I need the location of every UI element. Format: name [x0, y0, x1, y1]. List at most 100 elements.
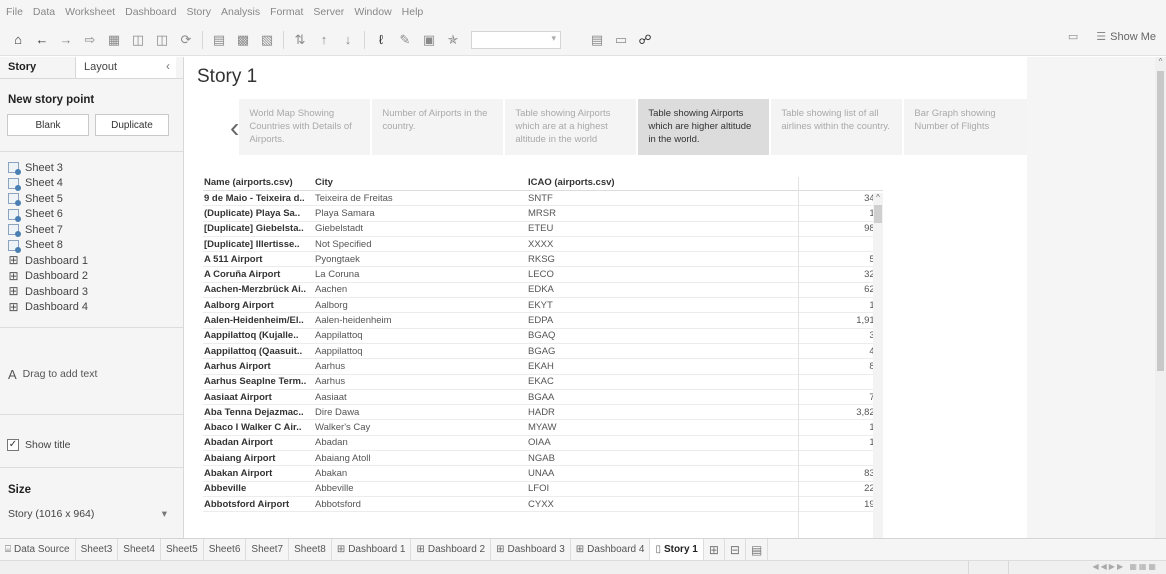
table-row[interactable]: Aachen-Merzbrück Ai.. Aachen EDKA 623 — [203, 283, 883, 299]
bottom-tab-data-source[interactable]: ⌸ Data Source — [0, 539, 76, 560]
bottom-tab-sheet4[interactable]: Sheet4 — [118, 539, 161, 560]
save-icon[interactable]: ▦ — [104, 29, 124, 51]
table-scrollbar[interactable]: ^ — [873, 193, 883, 538]
show-title-toggle[interactable]: ✓ Show title — [0, 439, 183, 451]
bottom-tab-dashboard-2[interactable]: ⊞ Dashboard 2 — [411, 539, 492, 560]
label-icon[interactable]: ▣ — [419, 29, 439, 51]
header-name[interactable]: Name (airports.csv) — [203, 177, 315, 190]
sheet-list-item[interactable]: ⊞ Dashboard 1 — [8, 253, 183, 269]
refresh-icon[interactable]: ⟳ — [176, 29, 196, 51]
menu-item-server[interactable]: Server — [313, 6, 344, 18]
sheet-list-item[interactable]: ⊞ Dashboard 2 — [8, 269, 183, 285]
table-row[interactable]: Aarhus Seaplne Term.. Aarhus EKAC 0 — [203, 375, 883, 390]
sheet-list-item[interactable]: Sheet 4 — [8, 176, 183, 192]
drag-to-add-text[interactable]: A Drag to add text — [0, 366, 183, 382]
table-row[interactable]: Aappilattoq (Qaasuit.. Aappilattoq BGAG 42 — [203, 344, 883, 360]
menu-item-story[interactable]: Story — [186, 6, 211, 18]
vertical-scrollbar[interactable]: ^ — [1155, 57, 1166, 538]
scrollbar-thumb[interactable] — [874, 205, 882, 223]
pin-panel-icon[interactable]: ▭ — [1068, 30, 1078, 43]
table-row[interactable]: [Duplicate] Illertisse.. Not Specified XXX… — [203, 237, 883, 253]
share-icon[interactable]: ☍ — [635, 29, 655, 51]
bottom-tab-dashboard-4[interactable]: ⊞ Dashboard 4 — [571, 539, 651, 560]
duplicate-icon[interactable]: ◫ — [152, 29, 172, 51]
tab-layout[interactable]: Layout ‹ — [76, 57, 176, 78]
sheet-list-item[interactable]: Sheet 6 — [8, 207, 183, 223]
forward-icon[interactable]: → — [56, 29, 76, 51]
bottom-tab-sheet7[interactable]: Sheet7 — [246, 539, 290, 560]
sort-ascending-icon[interactable]: ↑ — [314, 29, 334, 51]
duplicate-sheet-icon[interactable]: ▩ — [233, 29, 253, 51]
new-dashboard-icon[interactable]: ⊟ — [725, 539, 746, 560]
story-point-6[interactable]: Bar Graph showing Number of Flights — [904, 99, 1036, 155]
new-worksheet-icon[interactable]: ⊞ — [704, 539, 725, 560]
menu-item-data[interactable]: Data — [33, 6, 55, 18]
story-point-2[interactable]: Number of Airports in the country. — [372, 99, 504, 155]
show-cards-icon[interactable]: ▤ — [587, 29, 607, 51]
bottom-tab-sheet5[interactable]: Sheet5 — [161, 539, 204, 560]
table-row[interactable]: (Duplicate) Playa Sa.. Playa Samara MRSR 10 — [203, 206, 883, 222]
size-dropdown[interactable]: Story (1016 x 964) ▾ — [0, 508, 183, 520]
bottom-tab-dashboard-1[interactable]: ⊞ Dashboard 1 — [332, 539, 412, 560]
table-row[interactable]: Aasiaat Airport Aasiaat BGAA 74 — [203, 390, 883, 406]
bottom-tab-dashboard-3[interactable]: ⊞ Dashboard 3 — [491, 539, 571, 560]
menu-item-dashboard[interactable]: Dashboard — [125, 6, 176, 18]
sheet-list-item[interactable]: Sheet 3 — [8, 160, 183, 176]
sheet-navigation-icon[interactable]: ◀◀▶▶ ▦▦▦ — [1092, 562, 1158, 571]
menu-item-file[interactable]: File — [6, 6, 23, 18]
scroll-up-icon[interactable]: ^ — [1155, 57, 1166, 66]
previous-arrow-icon[interactable]: ‹ — [230, 99, 239, 157]
swap-icon[interactable]: ⇅ — [290, 29, 310, 51]
presentation-icon[interactable]: ▭ — [611, 29, 631, 51]
menu-item-format[interactable]: Format — [270, 6, 303, 18]
blank-button[interactable]: Blank — [7, 114, 89, 136]
new-worksheet-icon[interactable]: ▤ — [209, 29, 229, 51]
back-icon[interactable]: ← — [32, 29, 52, 51]
header-icao[interactable]: ICAO (airports.csv) — [528, 177, 798, 190]
table-row[interactable]: Aappilattoq (Kujalle.. Aappilattoq BGAQ 30 — [203, 329, 883, 344]
table-row[interactable]: Aalen-Heidenheim/El.. Aalen-heidenheim EDP… — [203, 313, 883, 329]
scroll-up-icon[interactable]: ^ — [873, 193, 883, 203]
menu-item-window[interactable]: Window — [354, 6, 391, 18]
story-point-5[interactable]: Table showing list of all airlines withi… — [771, 99, 903, 155]
redo-icon[interactable]: ⇨ — [80, 29, 100, 51]
table-row[interactable]: Aarhus Airport Aarhus EKAH 82 — [203, 359, 883, 375]
header-city[interactable]: City — [315, 177, 528, 190]
story-point-4[interactable]: Table showing Airports which are higher … — [638, 99, 770, 155]
table-row[interactable]: Abbeville Abbeville LFOI 220 — [203, 482, 883, 497]
menu-item-analysis[interactable]: Analysis — [221, 6, 260, 18]
sheet-list-item[interactable]: ⊞ Dashboard 4 — [8, 300, 183, 316]
tab-story[interactable]: Story — [0, 57, 76, 78]
menu-item-worksheet[interactable]: Worksheet — [65, 6, 115, 18]
sort-descending-icon[interactable]: ↓ — [338, 29, 358, 51]
clear-sheet-icon[interactable]: ▧ — [257, 29, 277, 51]
table-row[interactable]: [Duplicate] Giebelsta.. Giebelstadt ETEU 98… — [203, 222, 883, 237]
pin-icon[interactable]: ✯ — [443, 29, 463, 51]
highlight-icon[interactable]: ℓ — [371, 29, 391, 51]
table-row[interactable]: Abakan Airport Abakan UNAA 831 — [203, 466, 883, 482]
sheet-list-item[interactable]: Sheet 7 — [8, 222, 183, 238]
table-row[interactable]: Aba Tenna Dejazmac.. Dire Dawa HADR 3,827 — [203, 405, 883, 421]
bottom-tab-sheet8[interactable]: Sheet8 — [289, 539, 332, 560]
table-row[interactable]: Abbotsford Airport Abbotsford CYXX 195 — [203, 497, 883, 513]
bottom-tab-story-1[interactable]: ▯ Story 1 — [650, 539, 704, 560]
show-me-button[interactable]: ▭ ☰ Show Me — [1068, 30, 1156, 44]
new-datasource-icon[interactable]: ◫ — [128, 29, 148, 51]
table-row[interactable]: Abadan Airport Abadan OIAA 10 — [203, 436, 883, 452]
scrollbar-thumb[interactable] — [1157, 71, 1164, 371]
checkbox-checked-icon[interactable]: ✓ — [7, 439, 19, 451]
table-row[interactable]: 9 de Maio - Teixeira d.. Teixeira de Frei… — [203, 191, 883, 207]
story-point-1[interactable]: World Map Showing Countries with Details… — [239, 99, 371, 155]
table-row[interactable]: A Coruña Airport La Coruna LECO 326 — [203, 267, 883, 283]
table-row[interactable]: Abaiang Airport Abaiang Atoll NGAB 0 — [203, 451, 883, 467]
group-icon[interactable]: ✎ — [395, 29, 415, 51]
sheet-list-item[interactable]: Sheet 8 — [8, 238, 183, 254]
sheet-list-item[interactable]: Sheet 5 — [8, 191, 183, 207]
menu-item-help[interactable]: Help — [402, 6, 424, 18]
sheet-list-item[interactable]: ⊞ Dashboard 3 — [8, 284, 183, 300]
collapse-pane-icon[interactable]: ‹ — [166, 59, 170, 73]
duplicate-button[interactable]: Duplicate — [95, 114, 169, 136]
bottom-tab-sheet3[interactable]: Sheet3 — [76, 539, 119, 560]
fit-dropdown[interactable] — [471, 30, 561, 49]
bottom-tab-sheet6[interactable]: Sheet6 — [204, 539, 247, 560]
